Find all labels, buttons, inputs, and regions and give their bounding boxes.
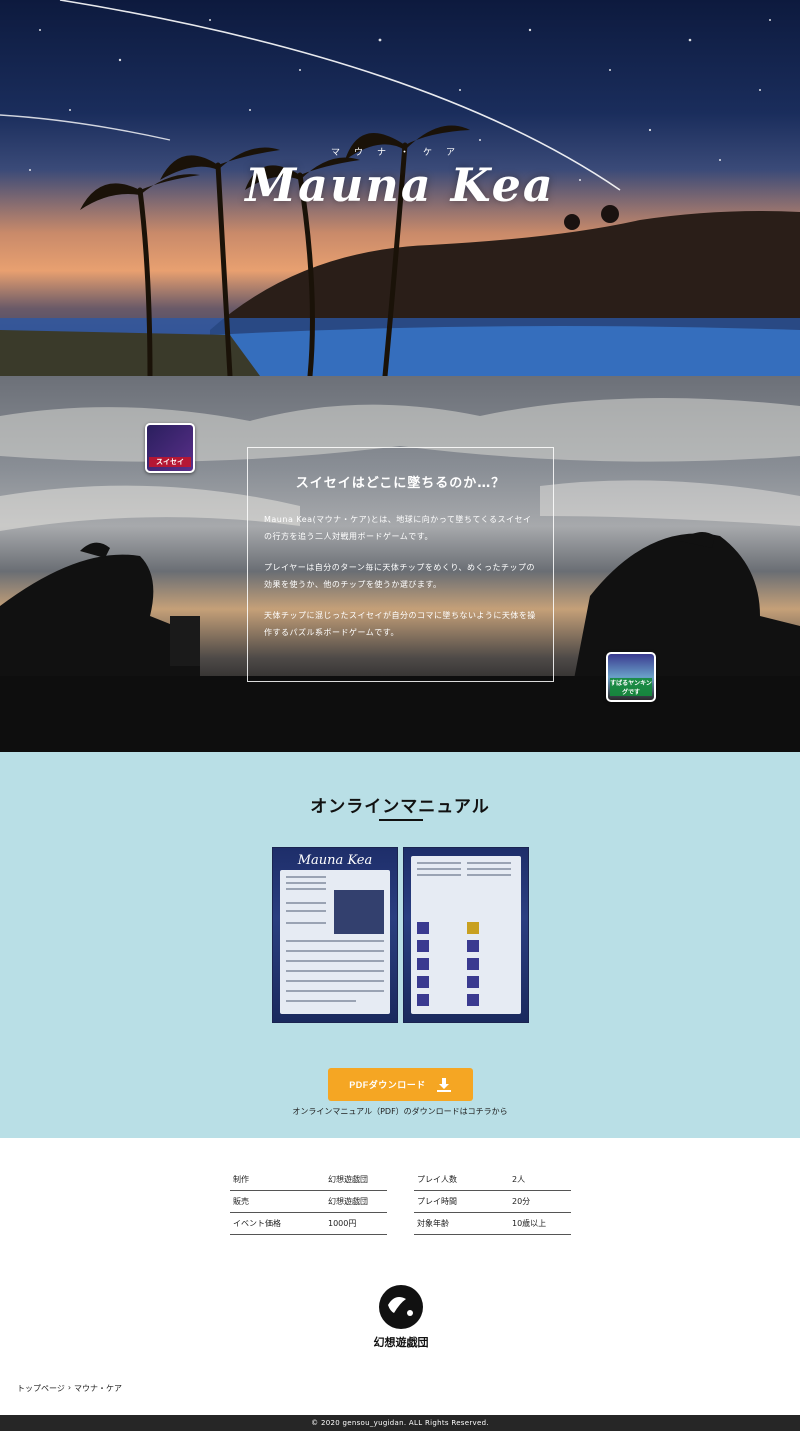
download-icon — [436, 1077, 451, 1092]
spec-value: 幻想遊戯団 — [328, 1175, 368, 1184]
story-paragraph: プレイヤーは自分のターン毎に天体チップをめくり、めくったチップの効果を使うか、他… — [264, 563, 536, 589]
story-paragraph: 天体チップに混じったスイセイが自分のコマに墜ちないように天体を操作するパズル系ボ… — [264, 611, 536, 637]
brand-logo[interactable]: 幻想遊戯団 — [370, 1283, 432, 1351]
brand-area: 幻想遊戯団 — [0, 1283, 800, 1383]
comet-sticker-label: スイセイ — [149, 457, 191, 467]
observatory-sticker-label: すばるヤンキングです — [610, 678, 652, 696]
manual-page-logo: Mauna Kea — [297, 853, 373, 868]
footer: © 2020 gensou_yugidan. ALL Rights Reserv… — [0, 1415, 800, 1431]
story-section: スイセイ すばるヤンキングです スイセイはどこに墜ちるのか…？ Mauna Ke… — [0, 376, 800, 752]
story-paragraph: Mauna Kea(マウナ・ケア)とは、地球に向かって墜ちてくるスイセイの行方を… — [264, 515, 532, 541]
spec-key: 対象年齢 — [417, 1219, 449, 1228]
spec-row: 販売 幻想遊戯団 — [230, 1191, 387, 1213]
hero-ruby: マウナ・ケア — [330, 148, 469, 158]
spec-value: 20分 — [512, 1197, 531, 1206]
spec-key: プレイ時間 — [417, 1197, 457, 1206]
manual-title-underline — [379, 819, 423, 821]
manual-page-thumbnail-2[interactable] — [403, 847, 529, 1023]
spec-value: 1000円 — [328, 1219, 357, 1228]
spec-key: 販売 — [233, 1197, 249, 1206]
chevron-right-icon: › — [67, 1383, 72, 1392]
spec-table-left: 制作 幻想遊戯団 販売 幻想遊戯団 イベント価格 1000円 — [230, 1169, 387, 1235]
breadcrumb-current: マウナ・ケア — [74, 1384, 123, 1393]
story-box: スイセイはどこに墜ちるのか…？ Mauna Kea(マウナ・ケア)とは、地球に向… — [247, 447, 554, 682]
comet-sticker: スイセイ — [145, 423, 195, 473]
breadcrumb: トップページ › マウナ・ケア — [0, 1383, 800, 1415]
spec-row: 制作 幻想遊戯団 — [230, 1169, 387, 1191]
spec-key: 制作 — [233, 1175, 249, 1184]
pdf-download-note: オンラインマニュアル（PDF）のダウンロードはコチラから — [292, 1107, 508, 1116]
manual-title: オンラインマニュアル — [310, 797, 490, 817]
hero-title: Mauna Kea — [245, 158, 555, 212]
manual-page-paper — [280, 870, 390, 1014]
breadcrumb-home-link[interactable]: トップページ — [17, 1383, 65, 1394]
manual-page-thumbnail-1[interactable]: Mauna Kea — [272, 847, 398, 1023]
story-heading: スイセイはどこに墜ちるのか…？ — [295, 476, 506, 491]
observatory-sticker: すばるヤンキングです — [606, 652, 656, 702]
pdf-download-label: PDFダウンロード — [349, 1080, 426, 1090]
manual-section: オンラインマニュアル Mauna Kea PDFダウンロード オンラインマニュア… — [0, 752, 800, 1138]
spec-key: イベント価格 — [233, 1219, 281, 1228]
spec-row: 対象年齢 10歳以上 — [414, 1213, 571, 1235]
copyright: © 2020 gensou_yugidan. ALL Rights Reserv… — [311, 1419, 489, 1427]
pdf-download-button[interactable]: PDFダウンロード — [328, 1068, 473, 1101]
manual-page-paper — [411, 856, 521, 1014]
spec-value: 2人 — [512, 1175, 526, 1184]
hero: マウナ・ケア Mauna Kea — [0, 0, 800, 376]
spec-key: プレイ人数 — [417, 1175, 457, 1184]
spec-row: イベント価格 1000円 — [230, 1213, 387, 1235]
spec-row: プレイ時間 20分 — [414, 1191, 571, 1213]
spec-section: 制作 幻想遊戯団 販売 幻想遊戯団 イベント価格 1000円 プレイ人数 2人 … — [0, 1138, 800, 1283]
spec-value: 幻想遊戯団 — [328, 1197, 368, 1206]
brand-logo-text: 幻想遊戯団 — [374, 1335, 429, 1349]
spec-value: 10歳以上 — [512, 1219, 547, 1228]
spec-row: プレイ人数 2人 — [414, 1169, 571, 1191]
spec-table-right: プレイ人数 2人 プレイ時間 20分 対象年齢 10歳以上 — [414, 1169, 571, 1235]
